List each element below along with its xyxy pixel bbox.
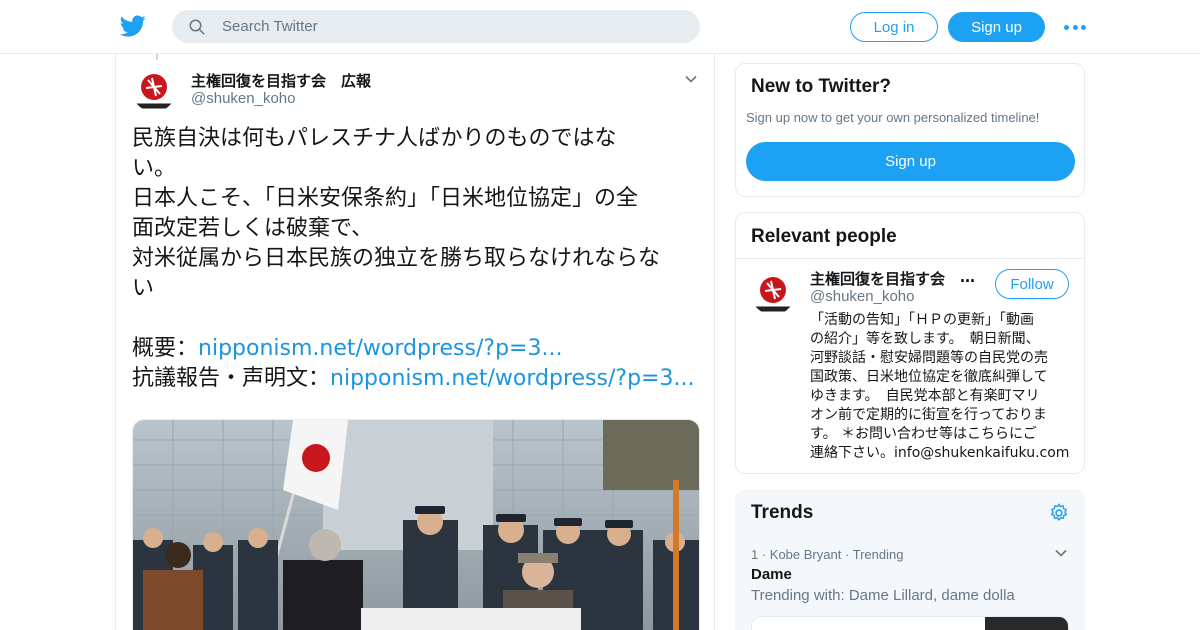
signup-button[interactable]: Sign up	[948, 12, 1045, 42]
twitter-bird-icon[interactable]	[120, 13, 146, 39]
tweet-text: 民族自決は何もパレスチナ人ばかりのものではな い。 日本人こそ、「日米安保条約」…	[132, 124, 698, 394]
avatar[interactable]	[132, 68, 176, 112]
logo-icon	[751, 271, 795, 315]
bio-line: 「活動の告知」「ＨＰの更新」「動画	[810, 312, 1034, 328]
thread-connector	[156, 54, 158, 60]
person-handle[interactable]: @shuken_koho	[810, 288, 914, 305]
statement-link[interactable]: nipponism.net/wordpress/?p=3...	[330, 366, 694, 391]
relevant-people-card: Relevant people 主権回復を目指す会 … @shuken_koho…	[735, 212, 1085, 474]
link-prefix: 概要：	[132, 336, 199, 361]
bio-line: オン前で定期的に街宣を行っておりま	[810, 407, 1047, 423]
card-title: New to Twitter?	[751, 76, 892, 97]
logo-icon	[132, 68, 176, 112]
bio-line: 国政策、日米地位協定を徹底糾弾して	[810, 369, 1048, 385]
trend-news-card[interactable]	[751, 616, 1069, 630]
follow-button[interactable]: Follow	[995, 269, 1069, 299]
tweet-column: 主権回復を目指す会 広報 @shuken_koho 民族自決は何もパレスチナ人ば…	[115, 54, 715, 630]
search-input[interactable]	[222, 10, 682, 43]
gear-icon[interactable]	[1048, 502, 1070, 524]
chevron-down-icon[interactable]	[1053, 545, 1069, 561]
dot	[1072, 24, 1078, 30]
trend-related: Trending with: Dame Lillard, dame dolla	[751, 587, 1015, 604]
bio-line: ゆきます。 自民党本部と有楽町マリ	[810, 388, 1040, 404]
dot	[1064, 24, 1069, 30]
bio-line: 河野談話・慰安婦問題等の自民党の売	[810, 350, 1048, 366]
link-line: 概要：nipponism.net/wordpress/?p=3...	[132, 334, 698, 364]
tweet-line: い。	[132, 156, 177, 181]
trend-name[interactable]: Dame	[751, 566, 792, 583]
top-bar: Log in Sign up	[0, 0, 1200, 54]
photo-image	[133, 420, 699, 630]
trend-thumbnail	[985, 617, 1068, 630]
signup-button[interactable]: Sign up	[746, 142, 1075, 181]
new-to-twitter-card: New to Twitter? Sign up now to get your …	[735, 63, 1085, 197]
tweet-line: 対米従属から日本民族の独立を勝ち取らなけれならな	[132, 246, 661, 271]
card-description: Sign up now to get your own personalized…	[746, 110, 1040, 125]
person-name[interactable]: 主権回復を目指す会	[810, 268, 945, 289]
summary-link[interactable]: nipponism.net/wordpress/?p=3...	[198, 336, 562, 361]
divider	[736, 258, 1084, 259]
author-name[interactable]: 主権回復を目指す会 広報	[191, 70, 371, 91]
trends-card: Trends 1 · Kobe Bryant · Trending Dame T…	[735, 489, 1085, 630]
trend-meta: 1 · Kobe Bryant · Trending	[751, 547, 904, 562]
login-button[interactable]: Log in	[850, 12, 938, 42]
tweet-line: 面改定若しくは破棄で、	[132, 216, 374, 241]
name-ellipsis: …	[960, 268, 975, 286]
avatar[interactable]	[751, 271, 795, 315]
dot	[1081, 24, 1086, 30]
link-line: 抗議報告・声明文：nipponism.net/wordpress/?p=3...	[132, 364, 698, 394]
link-prefix: 抗議報告・声明文：	[132, 366, 331, 391]
search-icon	[189, 19, 205, 35]
tweet-photo[interactable]	[132, 419, 700, 630]
person-bio: 「活動の告知」「ＨＰの更新」「動画 の紹介」等を致します。 朝日新聞、 河野談話…	[810, 311, 1072, 463]
bio-line: す。 ＊お問い合わせ等はこちらにご	[810, 426, 1037, 442]
author-handle[interactable]: @shuken_koho	[191, 90, 295, 107]
search-box[interactable]	[172, 10, 700, 43]
tweet-line: い	[132, 276, 155, 301]
card-title: Trends	[751, 502, 814, 523]
chevron-down-icon[interactable]	[683, 71, 699, 87]
tweet-line: 民族自決は何もパレスチナ人ばかりのものではな	[132, 126, 617, 151]
bio-line: 連絡下さい。info@shukenkaifuku.com	[810, 445, 1070, 461]
tweet-line: 日本人こそ、「日米安保条約」「日米地位協定」の全	[132, 186, 639, 211]
card-title: Relevant people	[751, 226, 897, 247]
bio-line: の紹介」等を致します。 朝日新聞、	[810, 331, 1040, 347]
more-options-icon[interactable]	[1064, 22, 1086, 32]
